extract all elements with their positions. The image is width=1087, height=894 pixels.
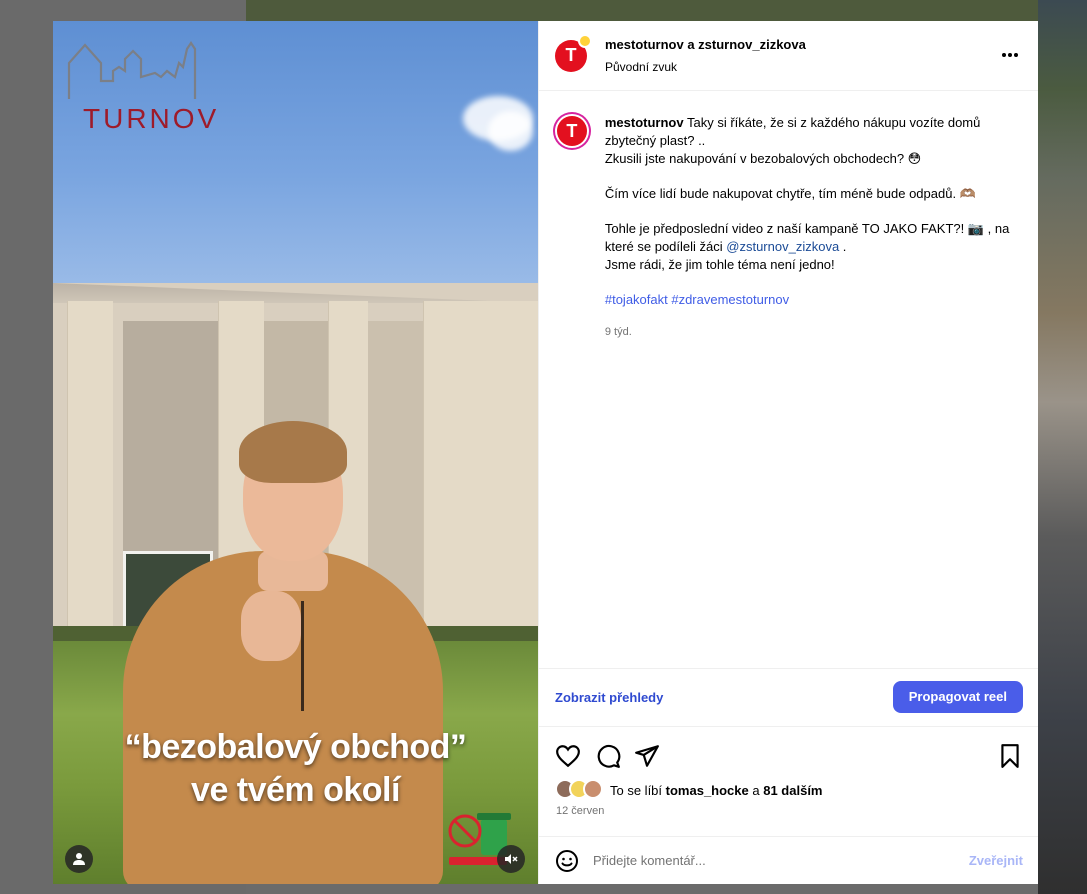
video-caption-line1: “bezobalový obchod” (124, 728, 467, 766)
avatar-letter: T (566, 120, 578, 141)
emoji-icon[interactable] (555, 849, 579, 873)
caption-line: Zkusili jste nakupování v bezobalových o… (604, 151, 922, 166)
caption-line: Čím více lidí bude nakupovat chytře, tím… (604, 186, 976, 201)
heart-icon[interactable] (555, 743, 581, 769)
action-bar (539, 726, 1038, 776)
person-hand (241, 591, 301, 661)
promote-reel-button[interactable]: Propagovat reel (892, 681, 1023, 713)
building-column (67, 301, 113, 641)
collab-avatar[interactable] (578, 33, 592, 48)
more-options-button[interactable] (998, 45, 1022, 65)
caption-avatar[interactable]: T (555, 114, 589, 148)
post-caption: T mestoturnov Taky si říkáte, že si z ka… (555, 114, 1023, 341)
comment-input[interactable] (593, 853, 969, 868)
comment-bar: Zveřejnit (539, 836, 1038, 884)
mute-button[interactable] (497, 845, 525, 873)
background-feed-right (1038, 0, 1087, 894)
dot (1002, 53, 1006, 57)
insights-bar: Zobrazit přehledy Propagovat reel (539, 668, 1038, 725)
logo-text: TURNOV (83, 103, 220, 134)
post-header: T mestoturnov a zsturnov_zizkova Původní… (539, 21, 1038, 91)
likes-prefix: To se líbí (610, 782, 663, 798)
caption-username[interactable]: mestoturnov (605, 115, 684, 130)
bookmark-icon[interactable] (997, 743, 1023, 769)
liker-avatar (583, 779, 603, 799)
cloud (488, 111, 533, 151)
caption-text: mestoturnov Taky si říkáte, že si z každ… (605, 114, 1023, 341)
reel-video[interactable]: TURNOV “bezobalový obchod” ve tvém okolí (53, 21, 538, 884)
caption-punct: . (842, 239, 847, 254)
publish-button[interactable]: Zveřejnit (969, 853, 1023, 868)
share-icon[interactable] (634, 743, 660, 769)
avatar-letter: T (565, 45, 577, 65)
post-modal: TURNOV “bezobalový obchod” ve tvém okolí (53, 21, 1038, 884)
post-authors[interactable]: mestoturnov a zsturnov_zizkova (605, 37, 806, 52)
liker-username[interactable]: tomas_hocke (666, 783, 749, 798)
view-insights-link[interactable]: Zobrazit přehledy (555, 690, 663, 705)
likes-summary: To se líbí tomas_hocke a 81 dalším (555, 779, 823, 801)
likes-joiner: a (752, 782, 760, 798)
liker-avatars[interactable] (555, 779, 607, 801)
tagged-users-button[interactable] (65, 845, 93, 873)
dot (1008, 53, 1012, 57)
mention-link[interactable]: @zsturnov_zizkova (726, 239, 839, 254)
person-hair (239, 421, 347, 483)
building-column (423, 301, 538, 641)
post-time[interactable]: 9 týd. (605, 323, 1023, 341)
hashtags[interactable]: #tojakofakt #zdravemestoturnov (605, 291, 1023, 309)
background-feed-top (246, 0, 1087, 21)
turnov-skyline-icon (67, 41, 197, 99)
header-text: mestoturnov a zsturnov_zizkova Původní z… (605, 37, 806, 74)
caption-line: Jsme rádi, že jim tohle téma není jedno! (604, 257, 835, 272)
person-icon (73, 853, 85, 865)
comment-icon[interactable] (595, 743, 621, 769)
header-avatar[interactable]: T (555, 33, 592, 72)
post-date: 12 červen (556, 805, 605, 817)
turnov-logo: TURNOV (67, 41, 216, 134)
likes-others-link[interactable]: 81 dalším (763, 783, 822, 798)
post-side-panel: T mestoturnov a zsturnov_zizkova Původní… (538, 21, 1038, 884)
speaker-muted-icon (505, 854, 518, 864)
original-audio-link[interactable]: Původní zvuk (605, 60, 806, 74)
hoodie-zipper (301, 601, 304, 711)
dot (1014, 53, 1018, 57)
comments-section: T mestoturnov Taky si říkáte, že si z ka… (539, 92, 1038, 668)
